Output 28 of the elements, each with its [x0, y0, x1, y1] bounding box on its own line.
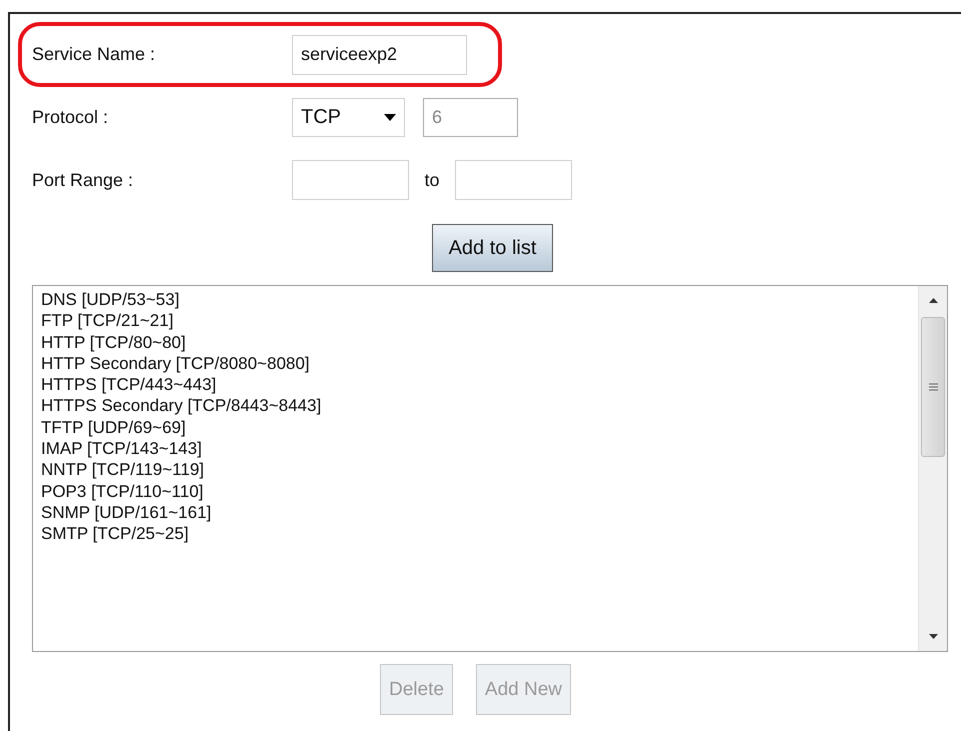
service-list-item[interactable]: DNS [UDP/53~53]	[41, 289, 918, 310]
scrollbar[interactable]	[918, 286, 947, 651]
range-separator: to	[423, 170, 440, 190]
add-to-list-button[interactable]: Add to list	[432, 224, 553, 272]
protocol-dropdown[interactable]: TCP	[292, 98, 405, 137]
service-list-item[interactable]: HTTP [TCP/80~80]	[41, 332, 918, 353]
service-list-item[interactable]: HTTPS Secondary [TCP/8443~8443]	[41, 395, 918, 417]
service-list-item[interactable]: HTTPS [TCP/443~443]	[41, 374, 918, 396]
field-label: Protocol :	[32, 107, 110, 128]
service-list-item[interactable]: SNMP [UDP/161~161]	[41, 502, 918, 524]
port-start-field[interactable]	[292, 160, 409, 200]
field-label: Service Name :	[32, 44, 156, 65]
scroll-up-icon[interactable]	[928, 298, 938, 303]
service-list-item[interactable]: TFTP [UDP/69~69]	[41, 416, 918, 438]
caret-icon	[384, 114, 396, 121]
service-list-item[interactable]: FTP [TCP/21~21]	[41, 310, 918, 332]
port-end-field[interactable]	[455, 160, 572, 200]
service-list-item[interactable]: POP3 [TCP/110~110]	[41, 480, 918, 502]
service-list-item[interactable]: IMAP [TCP/143~143]	[41, 438, 918, 460]
service-list-item[interactable]: NNTP [TCP/119~119]	[41, 459, 918, 481]
service-name-field[interactable]: serviceexp2	[292, 34, 467, 74]
scrollbar-thumb[interactable]	[921, 317, 945, 457]
service-list[interactable]	[32, 285, 948, 652]
service-list-item[interactable]: SMTP [TCP/25~25]	[41, 523, 918, 545]
field-label: Port Range :	[32, 170, 134, 190]
scroll-down-icon[interactable]	[928, 634, 938, 639]
service-list-item[interactable]: HTTP Secondary [TCP/8080~8080]	[41, 352, 918, 374]
grip-icon	[928, 383, 938, 391]
